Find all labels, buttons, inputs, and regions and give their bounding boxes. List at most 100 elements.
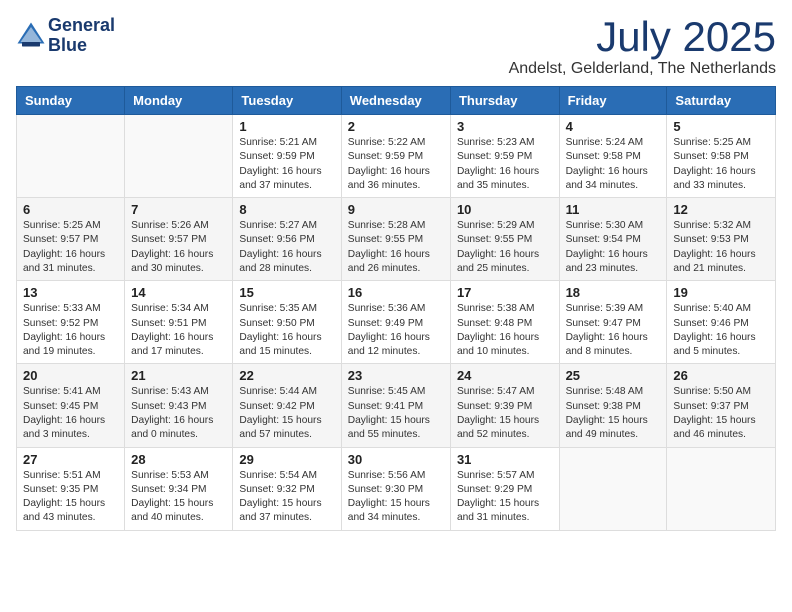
calendar-cell xyxy=(17,115,125,198)
day-number: 28 xyxy=(131,452,226,467)
day-info: Sunrise: 5:51 AMSunset: 9:35 PMDaylight:… xyxy=(23,469,118,526)
day-info: Sunrise: 5:24 AMSunset: 9:58 PMDaylight:… xyxy=(566,136,661,193)
calendar-cell: 2Sunrise: 5:22 AMSunset: 9:59 PMDaylight… xyxy=(341,115,450,198)
day-info: Sunrise: 5:56 AMSunset: 9:30 PMDaylight:… xyxy=(348,469,444,526)
logo: General Blue xyxy=(16,16,115,56)
calendar-cell: 7 Sunrise: 5:26 AMSunset: 9:57 PMDaylight… xyxy=(125,198,233,281)
calendar-cell: 25Sunrise: 5:48 AMSunset: 9:38 PMDayligh… xyxy=(559,364,667,447)
day-number: 18 xyxy=(566,285,661,300)
calendar-table: SundayMondayTuesdayWednesdayThursdayFrid… xyxy=(16,86,776,531)
calendar-cell: 27Sunrise: 5:51 AMSunset: 9:35 PMDayligh… xyxy=(17,447,125,530)
calendar-cell: 30 Sunrise: 5:56 AMSunset: 9:30 PMDayligh… xyxy=(341,447,450,530)
day-info: Sunrise: 5:57 AMSunset: 9:29 PMDaylight:… xyxy=(457,469,553,526)
calendar-cell: 13Sunrise: 5:33 AMSunset: 9:52 PMDayligh… xyxy=(17,281,125,364)
day-number: 5 xyxy=(673,119,769,134)
day-number: 15 xyxy=(239,285,334,300)
calendar-week-4: 20Sunrise: 5:41 AMSunset: 9:45 PMDayligh… xyxy=(17,364,776,447)
day-info: Sunrise: 5:23 AMSunset: 9:59 PMDaylight:… xyxy=(457,136,553,193)
day-info: Sunrise: 5:50 AMSunset: 9:37 PMDaylight:… xyxy=(673,385,769,442)
day-number: 10 xyxy=(457,202,553,217)
calendar-cell: 26Sunrise: 5:50 AMSunset: 9:37 PMDayligh… xyxy=(667,364,776,447)
calendar-week-5: 27Sunrise: 5:51 AMSunset: 9:35 PMDayligh… xyxy=(17,447,776,530)
calendar-cell: 3 Sunrise: 5:23 AMSunset: 9:59 PMDaylight… xyxy=(450,115,559,198)
calendar-cell: 1 Sunrise: 5:21 AMSunset: 9:59 PMDaylight… xyxy=(233,115,341,198)
calendar-cell: 24 Sunrise: 5:47 AMSunset: 9:39 PMDayligh… xyxy=(450,364,559,447)
day-info: Sunrise: 5:33 AMSunset: 9:52 PMDaylight:… xyxy=(23,302,118,359)
day-info: Sunrise: 5:39 AMSunset: 9:47 PMDaylight:… xyxy=(566,302,661,359)
day-number: 23 xyxy=(348,368,444,383)
logo-text: General Blue xyxy=(48,16,115,56)
day-number: 31 xyxy=(457,452,553,467)
calendar-cell: 18 Sunrise: 5:39 AMSunset: 9:47 PMDayligh… xyxy=(559,281,667,364)
day-number: 17 xyxy=(457,285,553,300)
day-number: 20 xyxy=(23,368,118,383)
header-saturday: Saturday xyxy=(667,87,776,115)
day-info: Sunrise: 5:44 AMSunset: 9:42 PMDaylight:… xyxy=(239,385,334,442)
day-info: Sunrise: 5:30 AMSunset: 9:54 PMDaylight:… xyxy=(566,219,661,276)
day-info: Sunrise: 5:21 AMSunset: 9:59 PMDaylight:… xyxy=(239,136,334,193)
day-info: Sunrise: 5:29 AMSunset: 9:55 PMDaylight:… xyxy=(457,219,553,276)
calendar-cell: 4 Sunrise: 5:24 AMSunset: 9:58 PMDaylight… xyxy=(559,115,667,198)
header-monday: Monday xyxy=(125,87,233,115)
calendar-cell: 31 Sunrise: 5:57 AMSunset: 9:29 PMDayligh… xyxy=(450,447,559,530)
day-number: 30 xyxy=(348,452,444,467)
page-header: General Blue July 2025 Andelst, Gelderla… xyxy=(16,16,776,78)
day-info: Sunrise: 5:36 AMSunset: 9:49 PMDaylight:… xyxy=(348,302,444,359)
calendar-cell: 8Sunrise: 5:27 AMSunset: 9:56 PMDaylight… xyxy=(233,198,341,281)
calendar-cell xyxy=(125,115,233,198)
day-number: 1 xyxy=(239,119,334,134)
day-info: Sunrise: 5:25 AMSunset: 9:57 PMDaylight:… xyxy=(23,219,118,276)
calendar-cell: 9Sunrise: 5:28 AMSunset: 9:55 PMDaylight… xyxy=(341,198,450,281)
day-number: 22 xyxy=(239,368,334,383)
day-number: 6 xyxy=(23,202,118,217)
calendar-week-3: 13Sunrise: 5:33 AMSunset: 9:52 PMDayligh… xyxy=(17,281,776,364)
location-subtitle: Andelst, Gelderland, The Netherlands xyxy=(509,60,776,78)
calendar-cell: 17 Sunrise: 5:38 AMSunset: 9:48 PMDayligh… xyxy=(450,281,559,364)
calendar-week-1: 1 Sunrise: 5:21 AMSunset: 9:59 PMDaylight… xyxy=(17,115,776,198)
day-number: 8 xyxy=(239,202,334,217)
day-number: 7 xyxy=(131,202,226,217)
calendar-cell: 5 Sunrise: 5:25 AMSunset: 9:58 PMDaylight… xyxy=(667,115,776,198)
title-block: July 2025 Andelst, Gelderland, The Nethe… xyxy=(509,16,776,78)
calendar-cell: 16 Sunrise: 5:36 AMSunset: 9:49 PMDayligh… xyxy=(341,281,450,364)
day-number: 3 xyxy=(457,119,553,134)
day-number: 24 xyxy=(457,368,553,383)
calendar-cell: 14Sunrise: 5:34 AMSunset: 9:51 PMDayligh… xyxy=(125,281,233,364)
header-wednesday: Wednesday xyxy=(341,87,450,115)
calendar-cell: 22 Sunrise: 5:44 AMSunset: 9:42 PMDayligh… xyxy=(233,364,341,447)
month-year-title: July 2025 xyxy=(509,16,776,58)
calendar-cell: 10 Sunrise: 5:29 AMSunset: 9:55 PMDayligh… xyxy=(450,198,559,281)
day-info: Sunrise: 5:45 AMSunset: 9:41 PMDaylight:… xyxy=(348,385,444,442)
calendar-cell xyxy=(559,447,667,530)
day-number: 12 xyxy=(673,202,769,217)
day-info: Sunrise: 5:26 AMSunset: 9:57 PMDaylight:… xyxy=(131,219,226,276)
day-number: 29 xyxy=(239,452,334,467)
day-info: Sunrise: 5:40 AMSunset: 9:46 PMDaylight:… xyxy=(673,302,769,359)
day-number: 16 xyxy=(348,285,444,300)
calendar-cell: 29Sunrise: 5:54 AMSunset: 9:32 PMDayligh… xyxy=(233,447,341,530)
day-info: Sunrise: 5:38 AMSunset: 9:48 PMDaylight:… xyxy=(457,302,553,359)
day-info: Sunrise: 5:47 AMSunset: 9:39 PMDaylight:… xyxy=(457,385,553,442)
day-number: 9 xyxy=(348,202,444,217)
calendar-week-2: 6 Sunrise: 5:25 AMSunset: 9:57 PMDaylight… xyxy=(17,198,776,281)
calendar-cell: 23 Sunrise: 5:45 AMSunset: 9:41 PMDayligh… xyxy=(341,364,450,447)
day-info: Sunrise: 5:25 AMSunset: 9:58 PMDaylight:… xyxy=(673,136,769,193)
calendar-cell: 15Sunrise: 5:35 AMSunset: 9:50 PMDayligh… xyxy=(233,281,341,364)
calendar-cell xyxy=(667,447,776,530)
header-sunday: Sunday xyxy=(17,87,125,115)
day-info: Sunrise: 5:53 AMSunset: 9:34 PMDaylight:… xyxy=(131,469,226,526)
day-info: Sunrise: 5:32 AMSunset: 9:53 PMDaylight:… xyxy=(673,219,769,276)
day-number: 2 xyxy=(348,119,444,134)
day-number: 21 xyxy=(131,368,226,383)
logo-icon xyxy=(16,21,46,51)
day-number: 19 xyxy=(673,285,769,300)
calendar-cell: 12 Sunrise: 5:32 AMSunset: 9:53 PMDayligh… xyxy=(667,198,776,281)
calendar-cell: 21Sunrise: 5:43 AMSunset: 9:43 PMDayligh… xyxy=(125,364,233,447)
header-friday: Friday xyxy=(559,87,667,115)
logo-line2: Blue xyxy=(48,36,115,56)
header-thursday: Thursday xyxy=(450,87,559,115)
day-number: 11 xyxy=(566,202,661,217)
day-info: Sunrise: 5:48 AMSunset: 9:38 PMDaylight:… xyxy=(566,385,661,442)
day-number: 4 xyxy=(566,119,661,134)
calendar-cell: 20Sunrise: 5:41 AMSunset: 9:45 PMDayligh… xyxy=(17,364,125,447)
